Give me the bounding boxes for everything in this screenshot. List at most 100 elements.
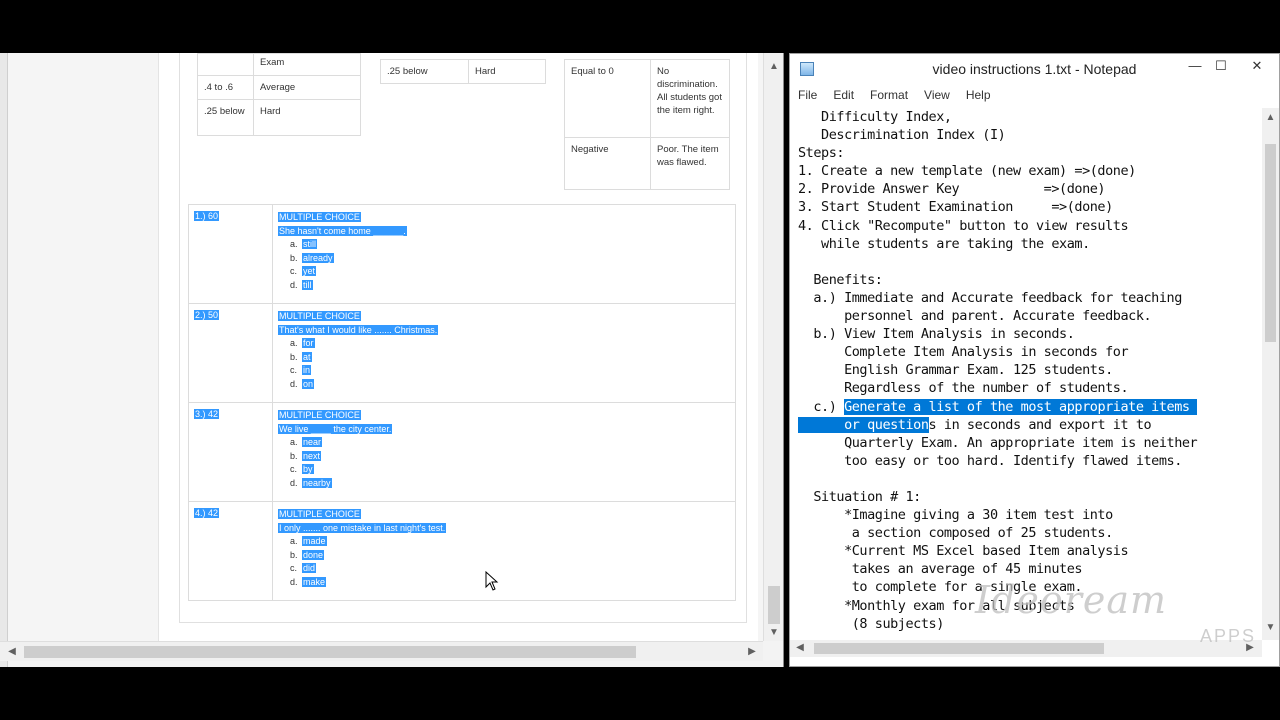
table-cell: Negative — [564, 137, 651, 190]
list-item: d. nearby — [290, 477, 730, 491]
browser-horizontal-scrollbar[interactable]: ◀ ▶ — [0, 641, 763, 661]
option-letter: d. — [290, 477, 298, 488]
option-text[interactable]: nearby — [302, 477, 332, 488]
notepad-horizontal-scrollbar[interactable]: ◀ ▶ — [790, 640, 1262, 657]
list-item: c. yet — [290, 265, 730, 279]
scroll-down-icon[interactable]: ▼ — [1262, 620, 1279, 636]
scrollbar-thumb[interactable] — [768, 586, 780, 624]
table-row: .25 below Hard — [197, 99, 361, 136]
option-letter: c. — [290, 266, 298, 277]
editor-content[interactable]: Difficulty Index, Descrimination Index (… — [798, 108, 1264, 633]
scroll-left-icon[interactable]: ◀ — [4, 644, 20, 660]
menu-file[interactable]: File — [790, 84, 825, 102]
question-type[interactable]: MULTIPLE CHOICE — [278, 509, 361, 519]
list-item: c. did — [290, 562, 730, 576]
menu-help[interactable]: Help — [958, 84, 999, 102]
question-list: 1.) 60 MULTIPLE CHOICE She hasn't come h… — [188, 204, 736, 601]
question-type[interactable]: MULTIPLE CHOICE — [278, 212, 361, 222]
text-selection: Generate a list of the most appropriate … — [844, 398, 1198, 415]
question-text[interactable]: We live ____ the city center. — [278, 423, 393, 434]
maximize-icon[interactable]: ☐ — [1206, 54, 1236, 78]
question-type[interactable]: MULTIPLE CHOICE — [278, 311, 361, 321]
option-text[interactable]: by — [302, 464, 314, 475]
question-text[interactable]: She hasn't come home ______. — [278, 225, 407, 236]
menu-format[interactable]: Format — [862, 84, 916, 102]
text-editor[interactable]: Difficulty Index, Descrimination Index (… — [798, 108, 1264, 638]
discrimination-legend-table: Equal to 0 No discrimination. All studen… — [564, 59, 730, 190]
option-text[interactable]: did — [302, 563, 317, 574]
table-cell: Hard — [253, 99, 361, 136]
scroll-left-icon[interactable]: ◀ — [792, 640, 808, 656]
page-card: Exam .4 to .6 Average .25 below Hard .25… — [158, 53, 758, 641]
table-cell: Average — [253, 75, 361, 100]
question-type[interactable]: MULTIPLE CHOICE — [278, 410, 361, 420]
option-text[interactable]: still — [302, 239, 317, 250]
table-row: Exam — [197, 53, 361, 76]
table-row: Negative Poor. The item was flawed. — [564, 137, 730, 190]
option-letter: d. — [290, 378, 298, 389]
question-text[interactable]: I only ....... one mistake in last night… — [278, 522, 447, 533]
option-text[interactable]: for — [302, 338, 315, 349]
table-cell: Exam — [253, 53, 361, 76]
list-item: a. made — [290, 535, 730, 549]
option-text[interactable]: till — [302, 279, 313, 290]
option-text[interactable]: next — [302, 450, 322, 461]
table-cell: .25 below — [197, 99, 254, 136]
browser-window: Exam .4 to .6 Average .25 below Hard .25… — [0, 53, 784, 667]
scroll-up-icon[interactable]: ▲ — [766, 59, 782, 75]
option-text[interactable]: near — [302, 437, 323, 448]
table-row: .25 below Hard — [380, 59, 546, 84]
scrollbar-thumb[interactable] — [1265, 144, 1276, 342]
letterbox-top — [0, 0, 1280, 53]
option-text[interactable]: yet — [302, 266, 317, 277]
notepad-vertical-scrollbar[interactable]: ▲ ▼ — [1262, 108, 1279, 640]
question-row: 4.) 42 MULTIPLE CHOICE I only ....... on… — [189, 502, 735, 600]
scrollbar-thumb[interactable] — [814, 643, 1104, 654]
question-row: 2.) 50 MULTIPLE CHOICE That's what I wou… — [189, 304, 735, 403]
table-row: .4 to .6 Average — [197, 75, 361, 100]
letterbox-bottom — [0, 667, 1280, 720]
notepad-window: video instructions 1.txt - Notepad — ☐ ✕… — [789, 53, 1280, 667]
option-letter: a. — [290, 536, 298, 547]
option-text[interactable]: make — [302, 576, 327, 587]
table-cell: Equal to 0 — [564, 59, 651, 138]
table-cell: .4 to .6 — [197, 75, 254, 100]
scroll-right-icon[interactable]: ▶ — [744, 644, 760, 660]
list-item: d. till — [290, 279, 730, 293]
option-text[interactable]: on — [302, 378, 315, 389]
question-number[interactable]: 4.) 42 — [194, 508, 220, 518]
scroll-down-icon[interactable]: ▼ — [766, 625, 782, 641]
table-cell: Poor. The item was flawed. — [650, 137, 730, 190]
mouse-pointer-icon — [485, 571, 499, 591]
question-number[interactable]: 2.) 50 — [194, 310, 220, 320]
option-text[interactable]: done — [302, 549, 325, 560]
difficulty-legend-table: Exam .4 to .6 Average .25 below Hard — [197, 53, 361, 136]
list-item: b. at — [290, 351, 730, 365]
option-text[interactable]: in — [302, 365, 312, 376]
menu-view[interactable]: View — [916, 84, 958, 102]
scrollbar-thumb[interactable] — [24, 646, 636, 658]
table-cell: No discrimination. All students got the … — [650, 59, 730, 138]
question-text[interactable]: That's what I would like ....... Christm… — [278, 324, 439, 335]
question-number[interactable]: 1.) 60 — [194, 211, 220, 221]
list-item: d. on — [290, 378, 730, 392]
title-bar[interactable]: video instructions 1.txt - Notepad — ☐ ✕ — [790, 54, 1279, 84]
close-icon[interactable]: ✕ — [1242, 54, 1272, 78]
menu-edit[interactable]: Edit — [825, 84, 862, 102]
list-item: c. by — [290, 463, 730, 477]
option-text[interactable]: at — [302, 351, 312, 362]
list-item: a. near — [290, 436, 730, 450]
option-text[interactable]: already — [302, 252, 334, 263]
text-block: Difficulty Index, Descrimination Index (… — [798, 109, 1182, 415]
list-item: b. already — [290, 252, 730, 266]
difficulty-table-mid: .25 below Hard — [380, 59, 546, 84]
question-number[interactable]: 3.) 42 — [194, 409, 220, 419]
question-body: MULTIPLE CHOICE I only ....... one mista… — [273, 502, 735, 600]
option-letter: a. — [290, 437, 298, 448]
option-letter: b. — [290, 351, 298, 362]
browser-vertical-scrollbar[interactable]: ▲ ▼ — [763, 53, 783, 641]
option-letter: c. — [290, 464, 298, 475]
scroll-up-icon[interactable]: ▲ — [1262, 110, 1279, 126]
option-list: a. still b. already c. yet d. till — [278, 238, 730, 292]
option-text[interactable]: made — [302, 536, 327, 547]
